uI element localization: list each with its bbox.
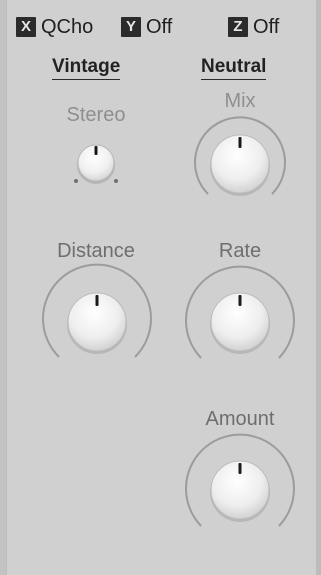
stereo-min-dot <box>74 179 78 183</box>
voice-right-selector[interactable]: Neutral <box>201 56 267 80</box>
rate-knob[interactable] <box>181 262 299 380</box>
rate-label: Rate <box>218 240 262 262</box>
distance-indicator <box>95 295 99 306</box>
slot-y[interactable]: Y Off <box>121 14 172 40</box>
slot-x-value[interactable]: QCho <box>41 16 93 39</box>
distance-label: Distance <box>57 240 135 262</box>
slot-y-value[interactable]: Off <box>146 16 172 39</box>
slot-x-key: X <box>16 17 36 37</box>
slot-x[interactable]: X QCho <box>16 14 93 40</box>
rate-indicator <box>238 295 242 306</box>
amount-knob[interactable] <box>181 430 299 548</box>
effect-panel: X QCho Y Off Z Off Vintage Neutral Stere… <box>0 0 321 575</box>
slot-z[interactable]: Z Off <box>228 14 279 40</box>
slot-z-value[interactable]: Off <box>253 16 279 39</box>
stereo-label: Stereo <box>66 104 126 126</box>
stereo-indicator <box>94 146 98 155</box>
mix-indicator <box>238 137 242 148</box>
mix-knob[interactable] <box>188 114 292 218</box>
stereo-max-dot <box>114 179 118 183</box>
mix-label: Mix <box>224 90 256 112</box>
distance-knob[interactable] <box>39 262 155 378</box>
amount-indicator <box>238 463 242 474</box>
slot-y-key: Y <box>121 17 141 37</box>
voice-left-selector[interactable]: Vintage <box>52 56 121 80</box>
slot-z-key: Z <box>228 17 248 37</box>
stereo-knob[interactable] <box>66 139 126 195</box>
amount-label: Amount <box>205 408 275 430</box>
